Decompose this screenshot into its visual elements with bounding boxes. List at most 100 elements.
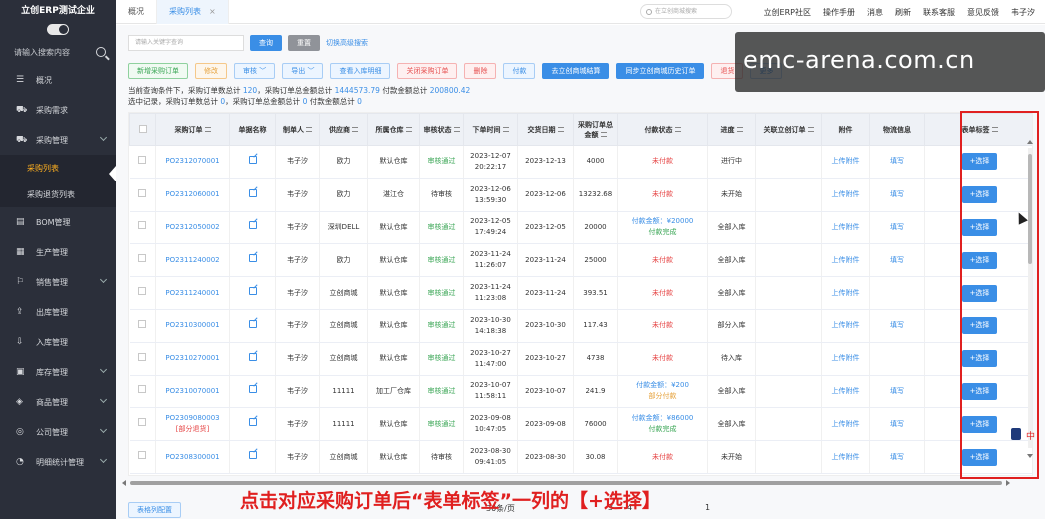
filter-icon[interactable] [405, 127, 412, 132]
table-row[interactable]: PO2310270001 韦子汐 立创商城 默认仓库 审核通过 2023-10-27 11:… [129, 342, 1032, 376]
select-tag-button[interactable]: +选择 [961, 448, 998, 466]
logistics-link[interactable]: 填写 [890, 223, 904, 231]
edit-icon[interactable] [248, 319, 257, 328]
query-button[interactable]: 查询 [250, 35, 282, 51]
sidebar-item-10[interactable]: ◎ 公司管理 [0, 417, 116, 447]
upload-attachment-link[interactable]: 上传附件 [832, 190, 860, 198]
column-header-7[interactable]: 下单时间 [463, 113, 518, 146]
upload-attachment-link[interactable]: 上传附件 [832, 157, 860, 165]
sidebar-search[interactable]: 请输入搜索内容 [0, 39, 116, 65]
select-tag-button[interactable]: +选择 [961, 186, 998, 204]
order-number-link[interactable]: PO2311240002 [165, 256, 219, 264]
search-icon[interactable] [96, 47, 106, 57]
row-checkbox[interactable] [138, 352, 147, 361]
sidebar-item-0[interactable]: ☰ 概况 [0, 65, 116, 95]
upload-attachment-link[interactable]: 上传附件 [832, 289, 860, 297]
row-checkbox[interactable] [138, 254, 147, 263]
action-button-0[interactable]: 新增采购订单 [128, 63, 188, 79]
sidebar-item-7[interactable]: ⇩ 入库管理 [0, 327, 116, 357]
filter-icon[interactable] [352, 127, 358, 132]
top-link-0[interactable]: 立创ERP社区 [764, 7, 811, 18]
top-link-1[interactable]: 操作手册 [823, 7, 855, 18]
upload-attachment-link[interactable]: 上传附件 [832, 354, 860, 362]
column-header-14[interactable]: 物流信息 [869, 113, 925, 146]
upload-attachment-link[interactable]: 上传附件 [832, 420, 860, 428]
column-header-9[interactable]: 采购订单总金额 [573, 113, 618, 146]
upload-attachment-link[interactable]: 上传附件 [832, 453, 860, 461]
sidebar-item-2[interactable]: ⛟ 采购管理 [0, 125, 116, 155]
table-row[interactable]: PO2312070001 韦子汐 欧力 默认仓库 审核通过 2023-12-07 20:22… [129, 145, 1032, 179]
action-button-6[interactable]: 删除 [464, 63, 497, 79]
sidebar-item-4[interactable]: ▦ 生产管理 [0, 237, 116, 267]
advanced-search-link[interactable]: 切换高级搜索 [326, 38, 368, 48]
row-checkbox[interactable] [138, 385, 147, 394]
edit-icon[interactable] [248, 188, 257, 197]
column-config-button[interactable]: 表格列配置 [128, 501, 181, 518]
column-header-15[interactable]: 表单标签 [924, 113, 1032, 146]
table-row[interactable]: PO2311240002 韦子汐 欧力 默认仓库 审核通过 2023-11-24 11:26… [129, 243, 1032, 278]
table-row[interactable]: PO2312060001 韦子汐 欧力 湛江仓 待审核 2023-12-06 13:59:3… [129, 178, 1032, 212]
table-row[interactable]: PO2309080003 [部分退货] 韦子汐 11111 默认仓库 审核通过 2023-0… [129, 407, 1032, 442]
row-checkbox[interactable] [138, 287, 147, 296]
filter-icon[interactable] [502, 127, 509, 132]
logistics-link[interactable]: 填写 [890, 420, 904, 428]
row-checkbox[interactable] [138, 221, 147, 230]
column-header-0[interactable] [129, 113, 156, 146]
filter-icon[interactable] [204, 127, 211, 132]
top-link-6[interactable]: 韦子汐 [1011, 7, 1035, 18]
filter-icon[interactable] [557, 127, 564, 132]
order-number-link[interactable]: PO2312070001 [165, 157, 219, 165]
sidebar-item-8[interactable]: ▣ 库存管理 [0, 357, 116, 387]
order-number-link[interactable]: PO2312050002 [165, 223, 219, 231]
sidebar-item-9[interactable]: ◈ 商品管理 [0, 387, 116, 417]
logistics-link[interactable]: 填写 [890, 321, 904, 329]
select-tag-button[interactable]: +选择 [961, 317, 998, 335]
top-link-3[interactable]: 刷新 [895, 7, 911, 18]
order-number-link[interactable]: PO2312060001 [165, 190, 219, 198]
order-number-link[interactable]: PO2309080003 [165, 414, 219, 422]
row-checkbox[interactable] [138, 418, 147, 427]
table-row[interactable]: PO2308300001 韦子汐 立创商城 默认仓库 待审核 2023-08-30 09:4… [129, 440, 1032, 474]
action-button-8[interactable]: 去立创商城结算 [542, 63, 610, 79]
top-link-5[interactable]: 意见反馈 [967, 7, 999, 18]
column-header-4[interactable]: 供应商 [319, 113, 368, 146]
edit-icon[interactable] [248, 155, 257, 164]
edit-icon[interactable] [248, 221, 257, 230]
sidebar-subitem-0[interactable]: 采购列表 [0, 155, 116, 181]
table-row[interactable]: PO2311240001 韦子汐 立创商城 默认仓库 审核通过 2023-11-24 11:… [129, 276, 1032, 310]
order-number-link[interactable]: PO2311240001 [165, 289, 219, 297]
column-header-3[interactable]: 制单人 [275, 113, 320, 146]
filter-icon[interactable] [306, 127, 312, 132]
upload-attachment-link[interactable]: 上传附件 [832, 223, 860, 231]
action-button-2[interactable]: 审核 ﹀ [234, 63, 276, 79]
row-checkbox[interactable] [138, 451, 147, 460]
action-button-7[interactable]: 付款 [503, 63, 536, 79]
column-header-2[interactable]: 单据名称 [229, 113, 276, 146]
filter-icon[interactable] [736, 127, 743, 132]
select-tag-button[interactable]: +选择 [961, 218, 998, 236]
tab-0[interactable]: 概况 [116, 0, 157, 24]
sidebar-item-1[interactable]: ⛟ 采购需求 [0, 95, 116, 125]
mall-search-input[interactable]: 在立创商城搜索 [640, 4, 732, 19]
close-icon[interactable]: × [209, 7, 216, 16]
action-button-9[interactable]: 同步立创商城历史订单 [616, 63, 705, 79]
top-link-2[interactable]: 消息 [867, 7, 883, 18]
logistics-link[interactable]: 填写 [890, 387, 904, 395]
action-button-5[interactable]: 关闭采购订单 [397, 63, 458, 79]
table-row[interactable]: PO2312050002 韦子汐 深圳DELL 默认仓库 审核通过 2023-12-05 1… [129, 211, 1032, 245]
keyword-search-input[interactable]: 请输入关键字查询 [128, 35, 244, 51]
upload-attachment-link[interactable]: 上传附件 [832, 387, 860, 395]
select-all-checkbox[interactable] [138, 124, 147, 133]
logistics-link[interactable]: 填写 [890, 256, 904, 264]
column-header-8[interactable]: 交货日期 [517, 113, 574, 146]
sidebar-item-6[interactable]: ⇪ 出库管理 [0, 297, 116, 327]
reset-button[interactable]: 重置 [288, 35, 320, 51]
edit-icon[interactable] [248, 385, 257, 394]
action-button-1[interactable]: 修改 [195, 63, 227, 79]
row-checkbox[interactable] [138, 188, 147, 197]
edit-icon[interactable] [248, 287, 257, 296]
select-tag-button[interactable]: +选择 [961, 415, 998, 433]
table-row[interactable]: PO2310300001 韦子汐 立创商城 默认仓库 审核通过 2023-10-30 14:… [129, 309, 1032, 343]
logistics-link[interactable]: 填写 [890, 190, 904, 198]
edit-icon[interactable] [248, 352, 257, 361]
